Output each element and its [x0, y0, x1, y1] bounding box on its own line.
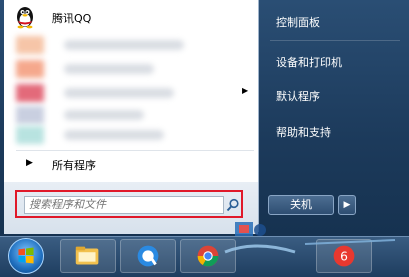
- windows-start-orb[interactable]: [8, 238, 44, 274]
- blurred-program-icon: [16, 84, 44, 102]
- start-menu: 腾讯QQ ▶ ▶ 所有程序 控制面板 设备和打印机 默认程序: [0, 0, 409, 236]
- blurred-program-icon: [16, 106, 44, 124]
- right-item-help-support[interactable]: 帮助和支持: [276, 124, 331, 140]
- submenu-arrow-icon[interactable]: ▶: [242, 86, 248, 95]
- taskbar-browser[interactable]: [120, 239, 176, 273]
- blurred-program-name: [64, 64, 154, 74]
- site-watermark-logo: [224, 222, 396, 254]
- shutdown-button[interactable]: 关机: [268, 195, 334, 215]
- blurred-program-name: [64, 40, 184, 50]
- all-programs-label: 所有程序: [52, 159, 96, 172]
- pinned-item-qq[interactable]: 腾讯QQ: [4, 2, 258, 32]
- right-arrow-icon: ▶: [26, 158, 33, 168]
- taskbar-file-explorer[interactable]: [60, 239, 116, 273]
- right-item-devices-printers[interactable]: 设备和打印机: [276, 54, 342, 70]
- file-explorer-icon: [75, 246, 99, 265]
- right-item-control-panel[interactable]: 控制面板: [276, 14, 320, 30]
- qq-penguin-icon: [17, 7, 33, 29]
- blurred-program-icon: [16, 60, 44, 78]
- blurred-program-name: [64, 130, 164, 140]
- blurred-program-name: [64, 110, 144, 120]
- search-highlight-box: [15, 190, 243, 218]
- blurred-program-icon: [16, 36, 44, 54]
- right-pane-divider: [270, 40, 400, 41]
- menu-divider: [16, 150, 254, 151]
- shutdown-options-button[interactable]: ▶: [338, 195, 356, 215]
- browser-icon: [137, 245, 159, 267]
- all-programs-button[interactable]: ▶ 所有程序: [4, 154, 258, 176]
- right-item-default-programs[interactable]: 默认程序: [276, 88, 320, 104]
- windows-logo-icon: [18, 247, 34, 264]
- blurred-program-icon: [16, 126, 44, 144]
- pinned-item-label: 腾讯QQ: [52, 12, 92, 25]
- blurred-program-name: [64, 88, 174, 98]
